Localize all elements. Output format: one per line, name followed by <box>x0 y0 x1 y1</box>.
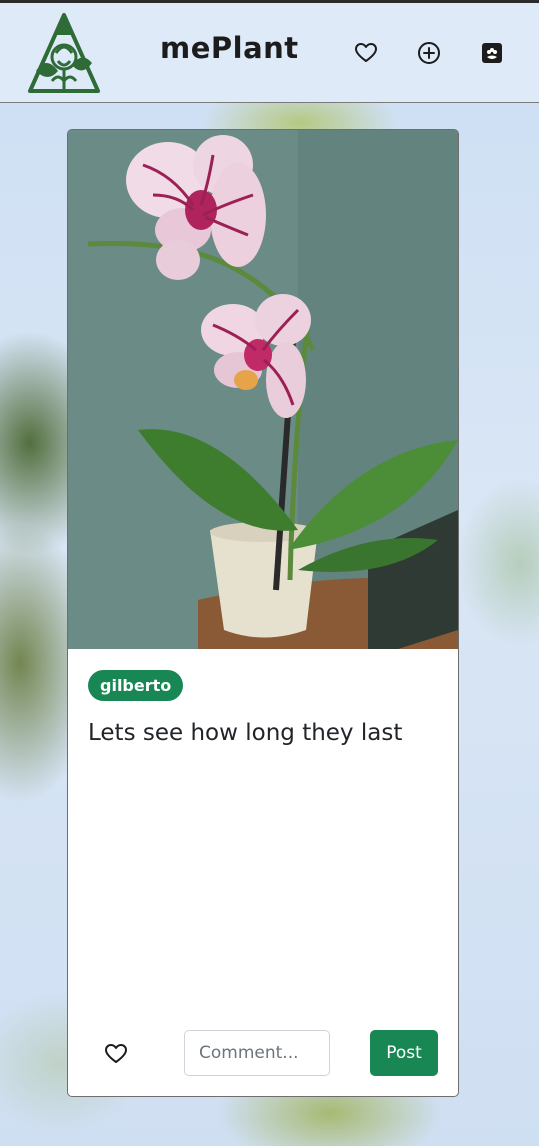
brand-title[interactable]: mePlant <box>160 31 299 71</box>
heart-outline-icon[interactable] <box>104 1042 128 1066</box>
plus-circle-icon[interactable] <box>417 41 441 65</box>
navbar: mePlant <box>0 3 539 103</box>
post-caption: Lets see how long they last <box>88 720 403 746</box>
post-card: gilberto Lets see how long they last Pos… <box>67 129 459 1097</box>
orchid-photo <box>68 130 458 649</box>
username-badge[interactable]: gilberto <box>88 670 184 701</box>
flower-box-icon[interactable] <box>480 41 504 65</box>
heart-icon[interactable] <box>354 41 378 65</box>
plant-logo-icon[interactable] <box>28 11 100 95</box>
comment-input[interactable] <box>184 1030 330 1076</box>
post-button[interactable]: Post <box>370 1030 438 1076</box>
